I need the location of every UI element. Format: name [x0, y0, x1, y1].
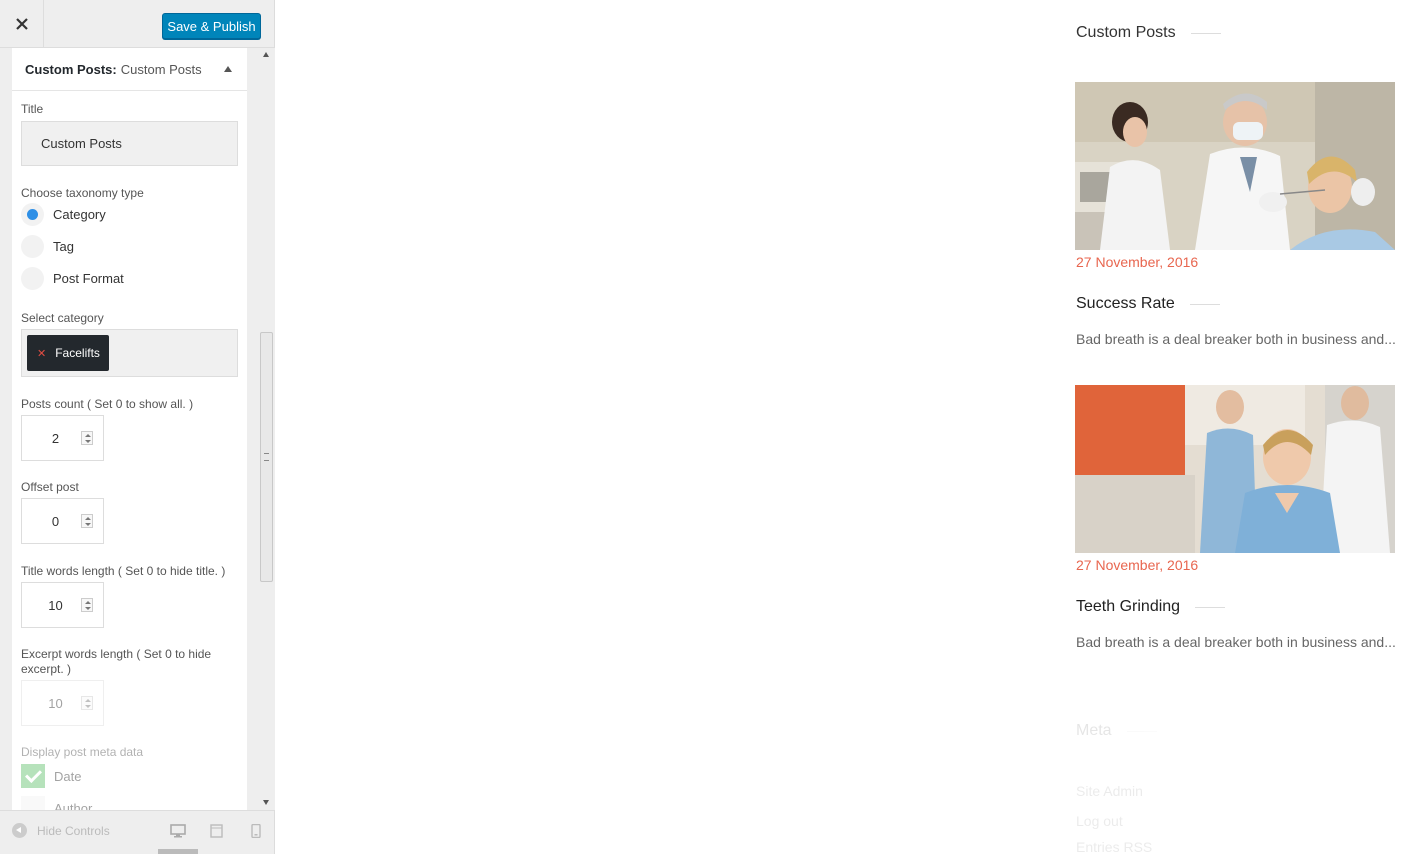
offset-post-label: Offset post [21, 480, 79, 494]
title-words-label: Title words length ( Set 0 to hide title… [21, 564, 226, 578]
close-customizer-button[interactable] [0, 0, 44, 48]
radio-label: Category [53, 207, 106, 222]
close-icon [15, 18, 28, 30]
post-excerpt: Bad breath is a deal breaker both in bus… [1076, 331, 1396, 347]
hide-controls-label: Hide Controls [37, 823, 110, 838]
post-title[interactable]: Teeth Grinding [1076, 598, 1226, 616]
radio-post-format[interactable]: Post Format [21, 267, 124, 290]
customizer-sidebar: Save & Publish Custom Posts: Custom Post… [0, 0, 275, 854]
excerpt-words-label: Excerpt words length ( Set 0 to hide exc… [21, 647, 212, 676]
post-excerpt: Bad breath is a deal breaker both in bus… [1076, 634, 1396, 650]
offset-post-value: 0 [51, 513, 60, 529]
collapse-arrow-icon[interactable] [224, 66, 232, 72]
mobile-preview-icon[interactable] [249, 823, 265, 839]
collapse-arrow-circle-icon [12, 823, 27, 838]
sidebar-scrollbar[interactable] [258, 48, 275, 810]
scroll-thumb[interactable] [260, 332, 273, 582]
post-thumbnail[interactable] [1075, 82, 1395, 250]
meta-link[interactable]: Site Admin [1076, 783, 1143, 799]
checkbox-author[interactable]: Author [21, 796, 92, 810]
excerpt-words-stepper[interactable]: 10 [21, 680, 104, 726]
active-device-indicator [158, 849, 198, 854]
spinner-arrows-icon[interactable] [81, 514, 93, 528]
title-underline [1189, 303, 1220, 305]
spinner-arrows-icon[interactable] [81, 696, 93, 710]
spinner-arrows-icon[interactable] [81, 431, 93, 445]
checkbox-date[interactable]: Date [21, 764, 81, 788]
save-publish-button[interactable]: Save & Publish [162, 13, 261, 39]
remove-chip-icon[interactable]: ✕ [37, 347, 46, 360]
title-words-value: 10 [48, 597, 63, 613]
meta-data-label: Display post meta data [21, 745, 144, 759]
widget-title: Custom Posts [1076, 24, 1221, 42]
tablet-preview-icon[interactable] [209, 824, 225, 838]
radio-label: Post Format [53, 271, 124, 286]
widget-type-label: Custom Posts: [25, 61, 117, 77]
posts-count-value: 2 [51, 430, 60, 446]
category-select[interactable]: ✕ Facelifts [21, 329, 238, 377]
title-underline [1195, 606, 1226, 608]
title-words-stepper[interactable]: 10 [21, 582, 104, 628]
widget-title-text: Meta [1076, 722, 1112, 739]
widget-panel: Custom Posts: Custom Posts Title Custom … [12, 48, 247, 810]
post-thumbnail[interactable] [1075, 385, 1395, 553]
customizer-footer: Hide Controls [0, 810, 274, 854]
customizer-header: Save & Publish [0, 0, 274, 48]
taxonomy-type-label: Choose taxonomy type [21, 186, 144, 200]
posts-count-stepper[interactable]: 2 [21, 415, 104, 461]
category-chip: ✕ Facelifts [27, 335, 109, 371]
title-label: Title [21, 102, 44, 116]
title-input[interactable]: Custom Posts [21, 121, 238, 166]
post-title-text[interactable]: Success Rate [1076, 295, 1175, 313]
excerpt-words-value: 10 [48, 695, 63, 711]
desktop-preview-icon[interactable] [170, 824, 186, 838]
checkbox[interactable] [21, 764, 45, 788]
radio-button[interactable] [21, 267, 44, 290]
radio-label: Tag [53, 239, 74, 254]
post-title[interactable]: Success Rate [1076, 295, 1220, 313]
select-category-label: Select category [21, 311, 104, 325]
widget-title: Meta [1076, 722, 1157, 740]
radio-tag[interactable]: Tag [21, 235, 74, 258]
hide-controls-button[interactable]: Hide Controls [12, 823, 110, 838]
widget-header[interactable]: Custom Posts: Custom Posts [12, 48, 247, 91]
title-underline [1126, 730, 1157, 732]
post-title-text[interactable]: Teeth Grinding [1076, 598, 1180, 616]
scroll-up-arrow-icon[interactable] [263, 52, 269, 57]
checkbox[interactable] [21, 796, 45, 810]
title-underline [1190, 32, 1221, 34]
chip-label: Facelifts [55, 346, 100, 360]
checkbox-label: Date [54, 768, 82, 784]
spinner-arrows-icon[interactable] [81, 598, 93, 612]
post-date: 27 November, 2016 [1076, 254, 1199, 270]
posts-count-label: Posts count ( Set 0 to show all. ) [21, 397, 194, 411]
widget-title-text: Custom Posts [1076, 24, 1176, 41]
checkbox-label: Author [54, 800, 93, 811]
radio-button[interactable] [21, 235, 44, 258]
widget-title-label: Custom Posts [120, 61, 202, 77]
site-preview: Custom Posts 27 November, 2016 Success R… [275, 0, 1419, 854]
meta-link[interactable]: Log out [1076, 813, 1123, 829]
offset-post-stepper[interactable]: 0 [21, 498, 104, 544]
radio-button[interactable] [21, 203, 44, 226]
post-date: 27 November, 2016 [1076, 557, 1199, 573]
radio-category[interactable]: Category [21, 203, 106, 226]
meta-link[interactable]: Entries RSS [1076, 839, 1152, 854]
scroll-down-arrow-icon[interactable] [263, 800, 269, 805]
